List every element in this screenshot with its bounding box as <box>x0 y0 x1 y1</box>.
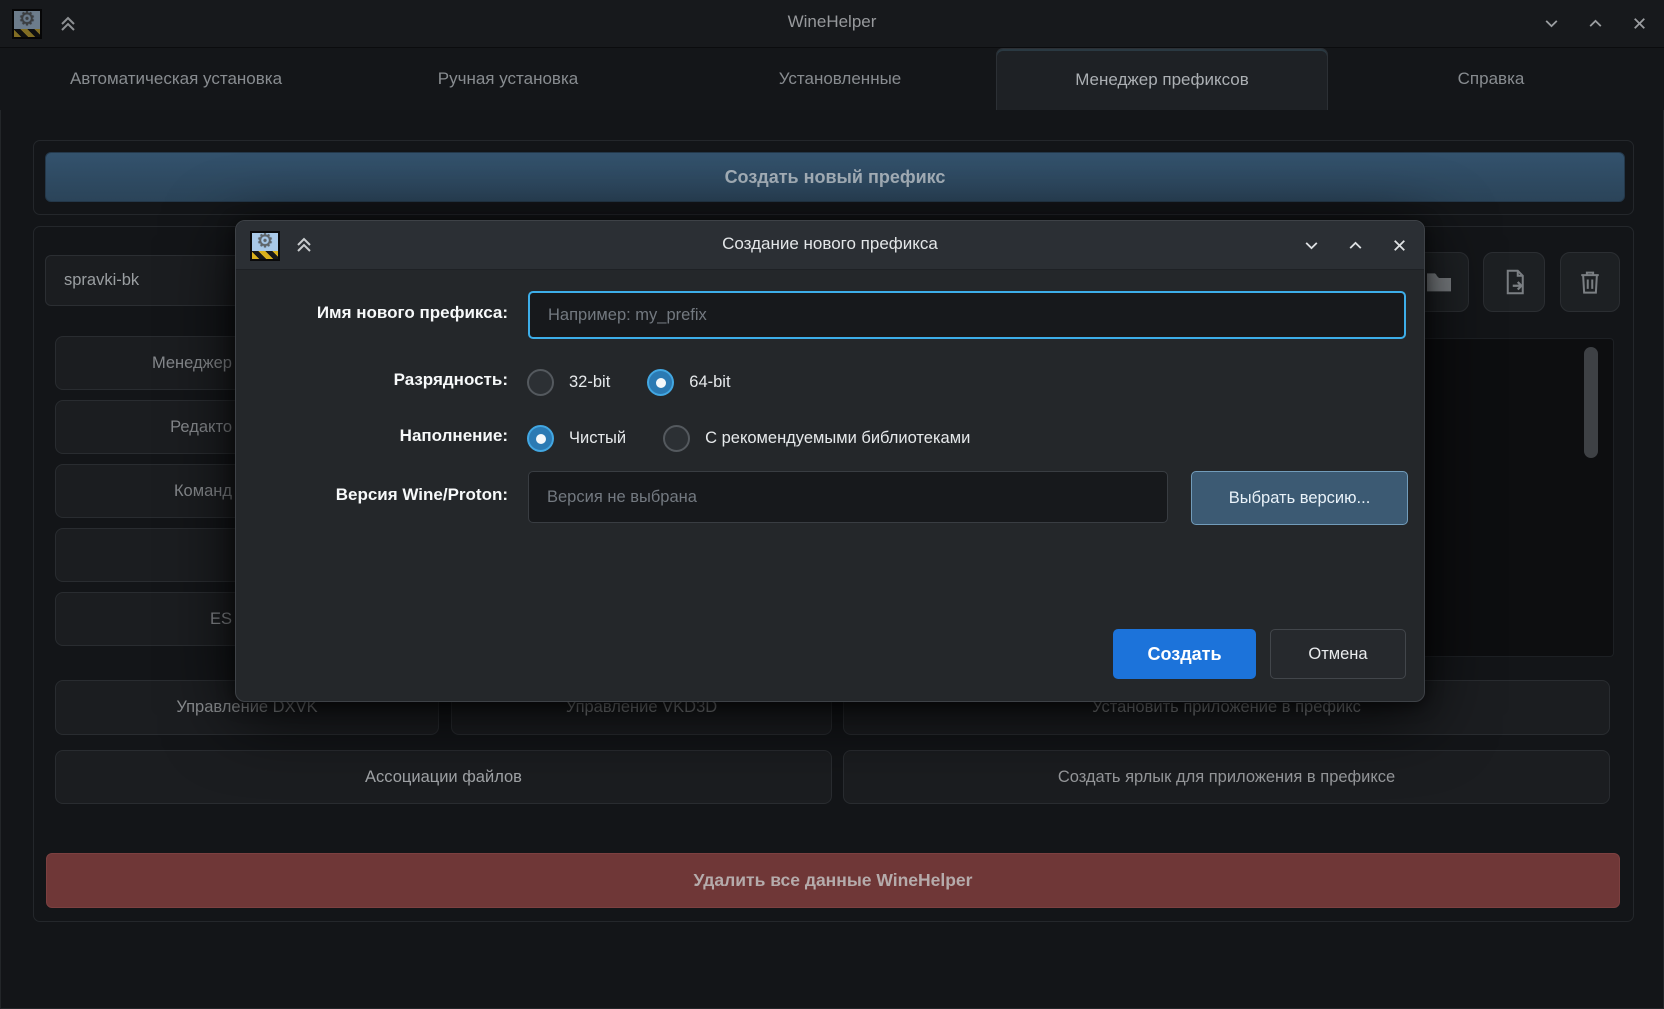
maximize-icon[interactable] <box>1347 237 1364 254</box>
bitness-label: Разрядность: <box>236 370 508 390</box>
radio-clean-label[interactable]: Чистый <box>569 429 626 448</box>
bitness-radio-group: 32-bit 64-bit <box>527 369 731 396</box>
close-icon[interactable] <box>1631 15 1648 32</box>
scrollbar-thumb[interactable] <box>1584 347 1598 458</box>
radio-64bit-label[interactable]: 64-bit <box>689 373 730 392</box>
export-file-button[interactable] <box>1483 252 1545 312</box>
fill-label: Наполнение: <box>236 426 508 446</box>
create-prefix-dialog: ⚙ Создание нового префикса Имя нового пр… <box>235 220 1425 702</box>
dialog-body: Имя нового префикса: Разрядность: 32-bit… <box>236 269 1424 701</box>
dialog-title: Создание нового префикса <box>236 234 1424 254</box>
maximize-icon[interactable] <box>1587 15 1604 32</box>
create-shortcut-button[interactable]: Создать ярлык для приложения в префиксе <box>843 750 1610 804</box>
trash-icon <box>1575 267 1605 297</box>
create-button[interactable]: Создать <box>1113 629 1256 679</box>
close-icon[interactable] <box>1391 237 1408 254</box>
radio-32bit-label[interactable]: 32-bit <box>569 373 610 392</box>
tab-bar: Автоматическая установка Ручная установк… <box>0 48 1664 110</box>
folder-icon <box>1423 266 1455 298</box>
window-title: WineHelper <box>0 12 1664 32</box>
dialog-window-controls <box>1303 237 1408 254</box>
tab-help[interactable]: Справка <box>1328 48 1654 110</box>
prefix-select-value: spravki-bk <box>64 271 139 290</box>
dialog-titlebar: ⚙ Создание нового префикса <box>236 221 1424 270</box>
create-new-prefix-button[interactable]: Создать новый префикс <box>45 152 1625 202</box>
manager-button-label: Менеджер <box>152 354 232 373</box>
radio-recommended-libs-label[interactable]: С рекомендуемыми библиотеками <box>705 429 970 448</box>
main-window-controls <box>1543 15 1648 32</box>
radio-32bit[interactable] <box>527 369 554 396</box>
tab-auto-install[interactable]: Автоматическая установка <box>10 48 342 110</box>
prefix-name-input[interactable] <box>528 291 1406 339</box>
version-input[interactable] <box>528 471 1168 523</box>
fill-radio-group: Чистый С рекомендуемыми библиотеками <box>527 425 970 452</box>
editor-button-label: Редакто <box>170 418 232 437</box>
tab-installed[interactable]: Установленные <box>674 48 1006 110</box>
file-export-icon <box>1499 267 1529 297</box>
esync-button-label: ES <box>210 610 232 629</box>
tab-manual-install[interactable]: Ручная установка <box>342 48 674 110</box>
radio-clean[interactable] <box>527 425 554 452</box>
file-associations-button[interactable]: Ассоциации файлов <box>55 750 832 804</box>
radio-recommended-libs[interactable] <box>663 425 690 452</box>
choose-version-button[interactable]: Выбрать версию... <box>1191 471 1408 525</box>
minimize-icon[interactable] <box>1303 237 1320 254</box>
winehelper-app: ⚙ WineHelper Автоматическая установка Ру… <box>0 0 1664 1009</box>
minimize-icon[interactable] <box>1543 15 1560 32</box>
version-label: Версия Wine/Proton: <box>236 485 508 505</box>
main-titlebar: ⚙ WineHelper <box>0 0 1664 48</box>
tab-prefix-manager[interactable]: Менеджер префиксов <box>996 48 1328 110</box>
delete-all-data-button[interactable]: Удалить все данные WineHelper <box>46 853 1620 908</box>
command-button-label: Команд <box>174 482 232 501</box>
radio-64bit[interactable] <box>647 369 674 396</box>
prefix-name-label: Имя нового префикса: <box>236 303 508 323</box>
delete-prefix-button[interactable] <box>1560 252 1620 312</box>
cancel-button[interactable]: Отмена <box>1270 629 1406 679</box>
